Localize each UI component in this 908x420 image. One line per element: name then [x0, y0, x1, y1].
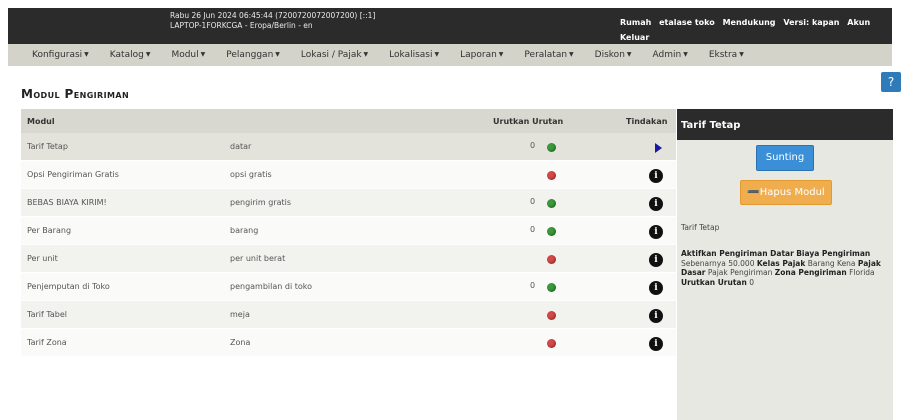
header-sort-order: Urutkan Urutan [493, 116, 564, 126]
link-home[interactable]: Rumah [620, 18, 651, 27]
status-disabled-icon[interactable] [547, 339, 556, 348]
caret-down-icon: ▼ [498, 51, 504, 58]
header-action: Tindakan [626, 116, 668, 126]
status-enabled-icon[interactable] [547, 227, 556, 236]
info-icon[interactable]: i [649, 169, 663, 183]
table-row[interactable]: Penjemputan di Toko pengambilan di toko 0 i [21, 273, 676, 301]
module-info-panel: Tarif Tetap Sunting ➖Hapus Modul Tarif T… [677, 109, 893, 420]
caret-down-icon: ▼ [683, 51, 688, 58]
panel-description: Aktifkan Pengiriman Datar Biaya Pengirim… [681, 249, 881, 287]
link-support[interactable]: Mendukung [723, 18, 776, 27]
module-code: datar [230, 142, 252, 151]
menu-modules[interactable]: Modul ▼ [171, 50, 205, 60]
main-menu: Konfigurasi ▼ Katalog ▼ Modul ▼ Pelanggan ▼ … [8, 44, 892, 66]
info-icon[interactable]: i [649, 281, 663, 295]
table-row[interactable]: Per unit per unit berat i [21, 245, 676, 273]
status-disabled-icon[interactable] [547, 311, 556, 320]
table-row[interactable]: Tarif Tetap datar 0 [21, 133, 676, 161]
module-name: BEBAS BIAYA KIRIM! [27, 198, 107, 207]
datetime-text: Rabu 26 Jun 2024 06:45:44 (7200720072007… [170, 11, 376, 20]
module-code: pengambilan di toko [230, 282, 312, 291]
menu-configuration[interactable]: Konfigurasi ▼ [32, 50, 89, 60]
link-logout[interactable]: Keluar [620, 33, 649, 42]
menu-localization[interactable]: Lokalisasi ▼ [389, 50, 439, 60]
table-header: Modul Urutkan Urutan Tindakan [21, 109, 676, 133]
caret-down-icon: ▼ [363, 51, 369, 58]
status-enabled-icon[interactable] [547, 143, 556, 152]
host-text: LAPTOP-1FORKCGA - Eropa/Berlin - en [170, 21, 313, 30]
menu-reports[interactable]: Laporan ▼ [460, 50, 503, 60]
sort-order: 0 [530, 225, 536, 234]
link-storefront[interactable]: etalase toko [659, 18, 715, 27]
info-icon[interactable]: i [649, 309, 663, 323]
module-code: meja [230, 310, 250, 319]
link-account[interactable]: Akun [847, 18, 870, 27]
info-icon[interactable]: i [649, 197, 663, 211]
menu-admin[interactable]: Admin ▼ [653, 50, 688, 60]
help-button[interactable]: ? [881, 72, 901, 92]
menu-extras[interactable]: Ekstra ▼ [709, 50, 744, 60]
menu-discounts[interactable]: Diskon ▼ [595, 50, 632, 60]
module-name: Tarif Tetap [27, 142, 68, 151]
page-title: Modul Pengiriman [21, 87, 130, 101]
header-links: Rumah etalase toko Mendukung Versi: kapa… [620, 15, 882, 45]
panel-title: Tarif Tetap [677, 109, 893, 140]
caret-down-icon: ▼ [739, 51, 744, 58]
menu-locations-taxes[interactable]: Lokasi / Pajak ▼ [301, 50, 368, 60]
module-code: per unit berat [230, 254, 286, 263]
table-row[interactable]: BEBAS BIAYA KIRIM! pengirim gratis 0 i [21, 189, 676, 217]
caret-down-icon: ▼ [145, 51, 151, 58]
caret-down-icon: ▼ [84, 51, 89, 58]
status-disabled-icon[interactable] [547, 255, 556, 264]
module-name: Penjemputan di Toko [27, 282, 110, 291]
module-code: Zona [230, 338, 251, 347]
modules-table: Modul Urutkan Urutan Tindakan Tarif Teta… [21, 109, 676, 357]
module-code: opsi gratis [230, 170, 272, 179]
menu-tools[interactable]: Peralatan ▼ [524, 50, 573, 60]
info-icon[interactable]: i [649, 253, 663, 267]
caret-down-icon: ▼ [275, 51, 280, 58]
table-row[interactable]: Per Barang barang 0 i [21, 217, 676, 245]
caret-down-icon: ▼ [200, 51, 206, 58]
remove-module-button[interactable]: ➖Hapus Modul [740, 180, 832, 205]
module-name: Tarif Zona [27, 338, 67, 347]
sort-order: 0 [530, 197, 536, 206]
menu-customers[interactable]: Pelanggan ▼ [226, 50, 280, 60]
header-module: Modul [27, 116, 55, 126]
status-enabled-icon[interactable] [547, 283, 556, 292]
top-header: Rabu 26 Jun 2024 06:45:44 (7200720072007… [8, 8, 892, 44]
module-name: Per Barang [27, 226, 72, 235]
info-icon[interactable]: i [649, 225, 663, 239]
system-info: Rabu 26 Jun 2024 06:45:44 (7200720072007… [170, 11, 375, 31]
caret-down-icon: ▼ [569, 51, 574, 58]
module-code: pengirim gratis [230, 198, 292, 207]
status-enabled-icon[interactable] [547, 199, 556, 208]
module-name: Tarif Tabel [27, 310, 68, 319]
module-name: Per unit [27, 254, 58, 263]
sort-order: 0 [530, 281, 536, 290]
table-row[interactable]: Tarif Tabel meja i [21, 301, 676, 329]
edit-button[interactable]: Sunting [756, 145, 814, 171]
link-version[interactable]: Versi: kapan [783, 18, 839, 27]
caret-down-icon: ▼ [434, 51, 440, 58]
table-row[interactable]: Opsi Pengiriman Gratis opsi gratis i [21, 161, 676, 189]
info-icon[interactable]: i [649, 337, 663, 351]
caret-down-icon: ▼ [626, 51, 632, 58]
module-code: barang [230, 226, 259, 235]
selected-arrow-icon[interactable] [655, 143, 662, 153]
table-row[interactable]: Tarif Zona Zona i [21, 329, 676, 357]
panel-module-name: Tarif Tetap [681, 223, 720, 232]
sort-order: 0 [530, 141, 536, 150]
module-name: Opsi Pengiriman Gratis [27, 170, 119, 179]
menu-catalog[interactable]: Katalog ▼ [110, 50, 151, 60]
status-disabled-icon[interactable] [547, 171, 556, 180]
